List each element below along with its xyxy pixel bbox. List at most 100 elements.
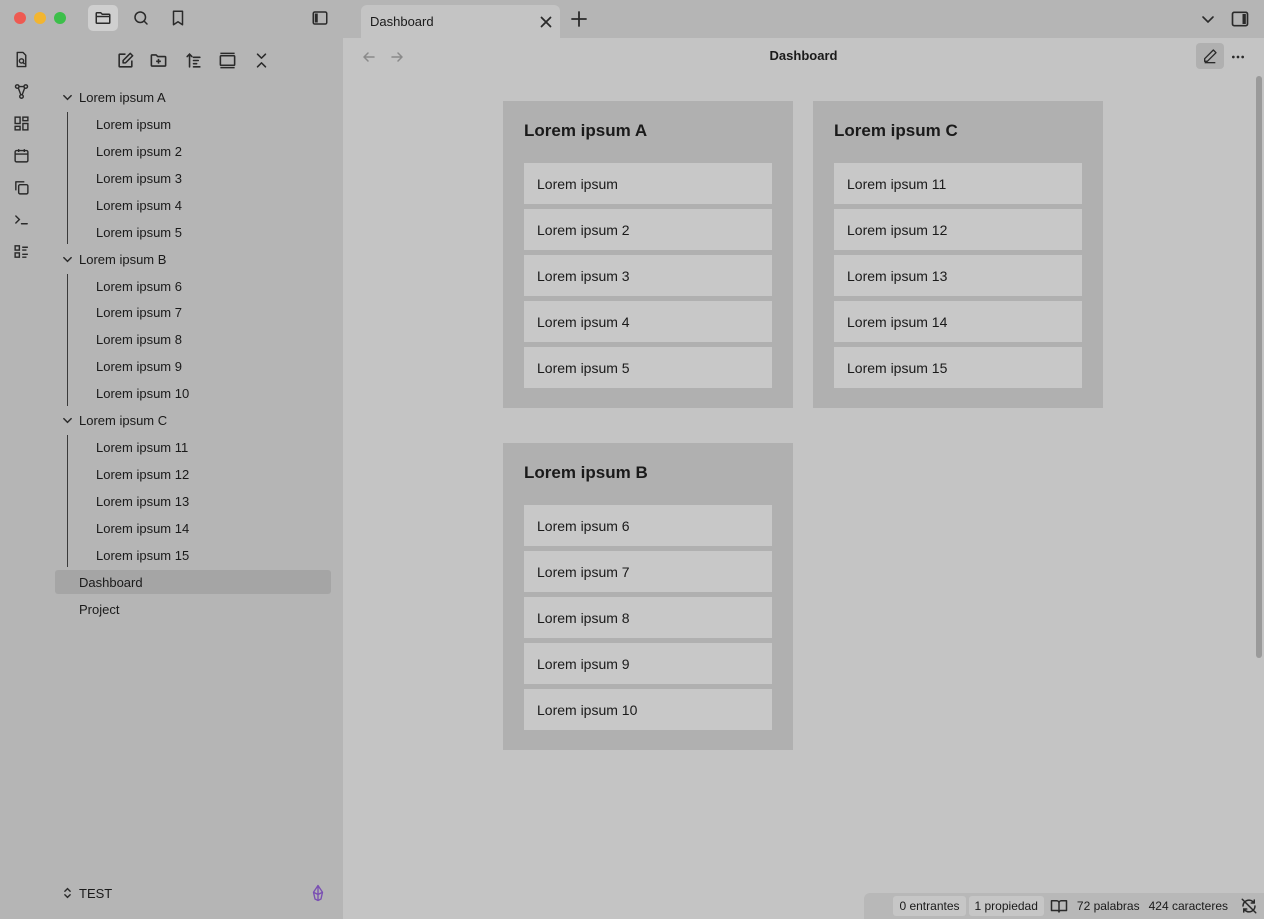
- file-item[interactable]: Lorem ipsum 9: [96, 354, 182, 378]
- folder-item[interactable]: Lorem ipsum C: [55, 408, 331, 432]
- templates-button[interactable]: [11, 177, 31, 197]
- sort-button[interactable]: [181, 48, 205, 72]
- copy-icon: [14, 180, 29, 195]
- card-item[interactable]: Lorem ipsum 6: [524, 505, 772, 546]
- left-pane: Lorem ipsum A Lorem ipsum Lorem ipsum 2 …: [0, 0, 343, 919]
- sidebar-toggle-button[interactable]: [305, 5, 335, 31]
- file-item[interactable]: Lorem ipsum 7: [96, 300, 182, 324]
- tab-dashboard[interactable]: Dashboard: [361, 5, 560, 38]
- file-item[interactable]: Lorem ipsum 13: [96, 489, 189, 513]
- tab-label: Dashboard: [370, 14, 434, 29]
- file-item[interactable]: Lorem ipsum 3: [96, 166, 182, 190]
- folder-plus-icon: [150, 53, 166, 67]
- folder-icon: [95, 12, 111, 24]
- bookmarks-tab-button[interactable]: [163, 5, 193, 31]
- file-item[interactable]: Lorem ipsum 12: [96, 462, 189, 486]
- backlinks-count[interactable]: 0 entrantes: [893, 896, 966, 916]
- file-item[interactable]: Lorem ipsum 15: [96, 543, 189, 567]
- file-item[interactable]: Lorem ipsum 2: [96, 139, 182, 163]
- new-folder-button[interactable]: [146, 48, 170, 72]
- search-icon: [134, 11, 148, 25]
- more-horizontal-icon: [1232, 55, 1244, 59]
- tree-guide-line: [67, 435, 68, 567]
- plus-icon[interactable]: [570, 10, 588, 28]
- card-title: Lorem ipsum B: [524, 463, 648, 482]
- sort-icon: [185, 52, 201, 68]
- tasks-button[interactable]: [11, 241, 31, 261]
- close-window-button[interactable]: [14, 12, 26, 24]
- card-item[interactable]: Lorem ipsum 15: [834, 347, 1082, 388]
- book-open-icon[interactable]: [1050, 897, 1068, 915]
- quick-switcher-button[interactable]: [11, 49, 31, 69]
- card-item[interactable]: Lorem ipsum 14: [834, 301, 1082, 342]
- card-item[interactable]: Lorem ipsum 8: [524, 597, 772, 638]
- file-item[interactable]: Lorem ipsum 11: [96, 435, 188, 459]
- file-item[interactable]: Lorem ipsum 14: [96, 516, 189, 540]
- graph-icon: [14, 83, 28, 99]
- sidebar-toggle-icon: [312, 11, 328, 25]
- sync-off-icon[interactable]: [1240, 897, 1258, 915]
- card-item[interactable]: Lorem ipsum 3: [524, 255, 772, 296]
- edit-mode-button[interactable]: [1196, 43, 1224, 69]
- card-item[interactable]: Lorem ipsum 12: [834, 209, 1082, 250]
- help-icon[interactable]: [309, 884, 327, 902]
- tree-guide-line: [67, 274, 68, 406]
- tree-guide-line: [67, 112, 68, 244]
- chevron-down-icon: [55, 92, 79, 103]
- card-item[interactable]: Lorem ipsum 13: [834, 255, 1082, 296]
- search-tab-button[interactable]: [126, 5, 156, 31]
- ribbon: [0, 38, 43, 919]
- new-note-button[interactable]: [113, 48, 137, 72]
- card-item[interactable]: Lorem ipsum 7: [524, 551, 772, 592]
- tab-bar: Dashboard: [343, 0, 1264, 38]
- file-item[interactable]: Lorem ipsum 8: [96, 327, 182, 351]
- chevron-down-icon: [55, 254, 79, 265]
- file-item-dashboard[interactable]: Dashboard: [55, 570, 331, 594]
- canvas-button[interactable]: [11, 113, 31, 133]
- scrollbar[interactable]: [1256, 76, 1262, 658]
- chevron-down-icon[interactable]: [1200, 11, 1216, 27]
- file-item[interactable]: Lorem ipsum 5: [96, 220, 182, 244]
- card-item[interactable]: Lorem ipsum 5: [524, 347, 772, 388]
- files-tab-button[interactable]: [88, 5, 118, 31]
- terminal-icon: [14, 214, 28, 224]
- file-item[interactable]: Lorem ipsum 4: [96, 193, 182, 217]
- chevrons-collapse-icon: [256, 52, 266, 68]
- minimize-window-button[interactable]: [34, 12, 46, 24]
- folder-item[interactable]: Lorem ipsum B: [55, 247, 331, 271]
- card-item[interactable]: Lorem ipsum 10: [524, 689, 772, 730]
- edit-square-icon: [117, 52, 133, 68]
- daily-note-button[interactable]: [11, 145, 31, 165]
- right-sidebar-toggle-icon[interactable]: [1230, 9, 1250, 29]
- command-palette-button[interactable]: [11, 209, 31, 229]
- card-item[interactable]: Lorem ipsum 9: [524, 643, 772, 684]
- card-item[interactable]: Lorem ipsum 11: [834, 163, 1082, 204]
- folder-item[interactable]: Lorem ipsum A: [55, 85, 331, 109]
- pencil-icon: [1204, 49, 1217, 64]
- chevron-down-icon: [55, 415, 79, 426]
- file-item[interactable]: Lorem ipsum: [96, 112, 171, 136]
- file-item[interactable]: Lorem ipsum 6: [96, 274, 182, 298]
- file-explorer-actions: [43, 48, 343, 72]
- close-icon[interactable]: [538, 14, 554, 30]
- collapse-all-button[interactable]: [249, 48, 273, 72]
- card-item[interactable]: Lorem ipsum 2: [524, 209, 772, 250]
- auto-reveal-button[interactable]: [215, 48, 239, 72]
- zoom-window-button[interactable]: [54, 12, 66, 24]
- card-item[interactable]: Lorem ipsum: [524, 163, 772, 204]
- graph-view-button[interactable]: [11, 81, 31, 101]
- status-bar: 0 entrantes 1 propiedad 72 palabras 424 …: [864, 893, 1264, 919]
- more-options-button[interactable]: [1228, 47, 1248, 67]
- dashboard-card: Lorem ipsum B Lorem ipsum 6 Lorem ipsum …: [503, 443, 793, 750]
- card-item[interactable]: Lorem ipsum 4: [524, 301, 772, 342]
- vault-switcher[interactable]: TEST: [55, 881, 331, 905]
- properties-count[interactable]: 1 propiedad: [968, 896, 1044, 916]
- note-content: Lorem ipsum A Lorem ipsum Lorem ipsum 2 …: [343, 76, 1264, 893]
- card-title: Lorem ipsum C: [834, 121, 958, 140]
- view-header: Dashboard: [343, 38, 1264, 76]
- folder-label: Lorem ipsum A: [79, 89, 166, 105]
- bookmark-icon: [172, 10, 184, 26]
- file-item-project[interactable]: Project: [55, 597, 331, 621]
- folder-label: Lorem ipsum B: [79, 251, 167, 267]
- file-item[interactable]: Lorem ipsum 10: [96, 381, 189, 405]
